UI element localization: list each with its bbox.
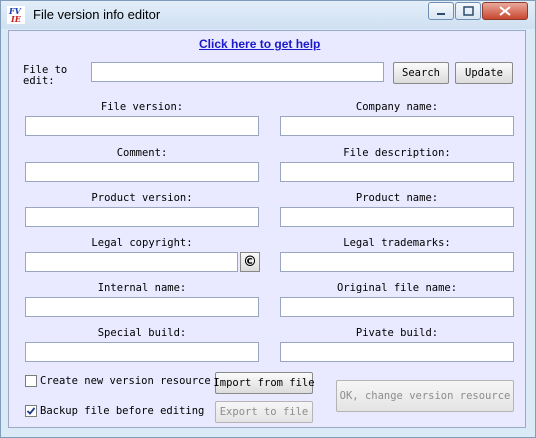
ok-change-button[interactable]: OK, change version resource [336,380,514,412]
main-panel: Click here to get help File to edit: Sea… [8,30,526,428]
svg-text:IE: IE [10,14,22,24]
file-path-input[interactable] [91,62,384,82]
file-to-edit-label: File to edit: [23,65,68,87]
comment-input[interactable] [25,162,259,182]
close-icon [499,6,511,16]
minimize-icon [437,13,445,15]
minimize-button[interactable] [428,2,454,20]
legal-copyright-input[interactable] [25,252,238,272]
legal-trademarks-label: Legal trademarks: [343,237,451,249]
internal-name-label: Internal name: [97,282,187,294]
search-button[interactable]: Search [393,62,449,84]
checkmark-icon [26,407,36,415]
original-file-name-label: Original file name: [336,282,458,294]
app-icon: FV IE [7,6,25,24]
close-button[interactable] [482,2,528,20]
product-name-label: Product name: [355,192,439,204]
legal-trademarks-input[interactable] [280,252,514,272]
original-file-name-input[interactable] [280,297,514,317]
comment-label: Comment: [116,147,168,159]
import-button[interactable]: Import from file [213,372,315,394]
internal-name-input[interactable] [25,297,259,317]
insert-copyright-button[interactable]: © [240,252,260,272]
update-button[interactable]: Update [455,62,513,84]
product-version-input[interactable] [25,207,259,227]
create-new-label: Create new version resource [40,375,211,387]
copyright-icon: © [243,254,257,270]
legal-copyright-label: Legal copyright: [91,237,193,249]
help-link[interactable]: Click here to get help [199,37,320,51]
company-name-label: Company name: [355,101,439,113]
app-window: FV IE File version info editor Click her… [0,0,536,438]
backup-label: Backup file before editing [40,405,205,417]
backup-checkbox[interactable] [25,405,37,417]
private-build-label: Pivate build: [355,327,439,339]
special-build-input[interactable] [25,342,259,362]
file-version-label: File version: [100,101,184,113]
export-button[interactable]: Export to file [215,401,313,423]
file-description-label: File description: [343,147,451,159]
maximize-button[interactable] [455,2,481,20]
file-version-input[interactable] [25,116,259,136]
file-description-input[interactable] [280,162,514,182]
company-name-input[interactable] [280,116,514,136]
special-build-label: Special build: [97,327,187,339]
window-title: File version info editor [33,7,161,22]
product-version-label: Product version: [91,192,193,204]
title-bar: FV IE File version info editor [1,1,535,29]
product-name-input[interactable] [280,207,514,227]
maximize-icon [463,6,474,16]
create-new-checkbox[interactable] [25,375,37,387]
private-build-input[interactable] [280,342,514,362]
